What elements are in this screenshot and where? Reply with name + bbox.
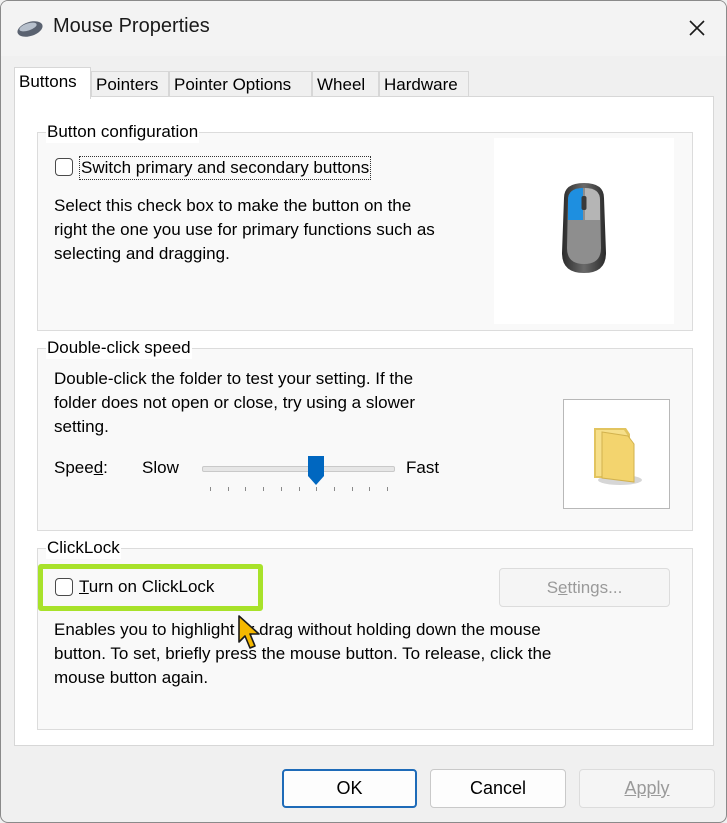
- description-line: folder does not open or close, try using…: [54, 393, 415, 412]
- clicklock-description: Enables you to highlight or drag without…: [54, 618, 674, 690]
- description-line: setting.: [54, 417, 109, 436]
- close-button[interactable]: [676, 9, 718, 47]
- slider-tick: [263, 487, 265, 491]
- settings-label-post: ttings...: [567, 578, 623, 597]
- speed-label-colon: :: [103, 458, 108, 477]
- tab-label: Buttons: [19, 72, 77, 91]
- mouse-properties-dialog: Mouse Properties Buttons Pointers Pointe…: [0, 0, 727, 823]
- description-line: button. To set, briefly press the mouse …: [54, 644, 552, 663]
- button-configuration-group: Button configuration Switch primary and …: [37, 121, 693, 331]
- description-line: selecting and dragging.: [54, 244, 230, 263]
- speed-label-text: Spee: [54, 458, 94, 477]
- description-line: Double-click the folder to test your set…: [54, 369, 414, 388]
- slider-tick: [316, 487, 318, 491]
- clicklock-settings-button[interactable]: Settings...: [499, 568, 670, 607]
- slow-label: Slow: [142, 458, 179, 477]
- speed-label: Speed:: [54, 457, 108, 479]
- tab-label: Pointer Options: [174, 75, 292, 94]
- slider-tick: [369, 487, 371, 491]
- button-configuration-description: Select this check box to make the button…: [54, 194, 494, 266]
- apply-label: Apply: [624, 778, 670, 798]
- apply-button[interactable]: Apply: [579, 769, 715, 808]
- mouse-app-icon: [15, 17, 45, 39]
- tab-hardware[interactable]: Hardware: [379, 71, 469, 98]
- slider-tick: [280, 487, 282, 491]
- buttons-tab-panel: Button configuration Switch primary and …: [14, 96, 714, 746]
- switch-buttons-checkbox[interactable]: [55, 158, 73, 176]
- tab-pointer-options[interactable]: Pointer Options: [169, 71, 312, 98]
- speed-slider-track[interactable]: [202, 466, 395, 472]
- cancel-button[interactable]: Cancel: [430, 769, 566, 808]
- slider-tick: [298, 487, 300, 491]
- clicklock-highlight: [38, 564, 263, 611]
- slider-tick: [245, 487, 247, 491]
- slider-tick: [210, 487, 211, 491]
- test-folder-area[interactable]: [563, 399, 670, 509]
- group-label: Button configuration: [46, 121, 200, 143]
- mouse-icon: [562, 183, 606, 273]
- fast-label: Fast: [406, 458, 440, 477]
- tab-label: Wheel: [317, 75, 366, 94]
- speed-label-accesskey: d: [93, 458, 104, 477]
- tab-pointers[interactable]: Pointers: [91, 71, 169, 98]
- description-line: right the one you use for primary functi…: [54, 220, 435, 239]
- double-click-description: Double-click the folder to test your set…: [54, 367, 494, 439]
- group-label: ClickLock: [46, 537, 121, 559]
- description-line: Enables you to highlight or drag without…: [54, 620, 541, 639]
- title-bar: Mouse Properties: [1, 1, 726, 56]
- mouse-preview: [494, 138, 674, 324]
- description-line: Select this check box to make the button…: [54, 196, 412, 215]
- description-line: mouse button again.: [54, 668, 209, 687]
- switch-buttons-label[interactable]: Switch primary and secondary buttons: [79, 156, 372, 180]
- settings-label-pre: S: [546, 578, 559, 597]
- slider-tick: [351, 487, 353, 491]
- slider-tick: [333, 487, 335, 491]
- double-click-speed-group: Double-click speed Double-click the fold…: [37, 337, 693, 531]
- settings-label-accesskey: e: [558, 578, 568, 597]
- tab-label: Hardware: [384, 75, 458, 94]
- mouse-cursor-icon: [237, 614, 265, 657]
- window-title: Mouse Properties: [53, 15, 210, 37]
- folder-icon[interactable]: [564, 400, 669, 508]
- tab-wheel[interactable]: Wheel: [312, 71, 379, 98]
- group-label: Double-click speed: [46, 337, 192, 359]
- slider-tick: [227, 487, 229, 491]
- tab-label: Pointers: [96, 75, 159, 94]
- slider-tick: [387, 487, 388, 491]
- speed-slider-thumb[interactable]: [308, 456, 324, 491]
- close-icon: [689, 20, 705, 36]
- tab-buttons[interactable]: Buttons: [14, 67, 91, 99]
- ok-button[interactable]: OK: [282, 769, 417, 808]
